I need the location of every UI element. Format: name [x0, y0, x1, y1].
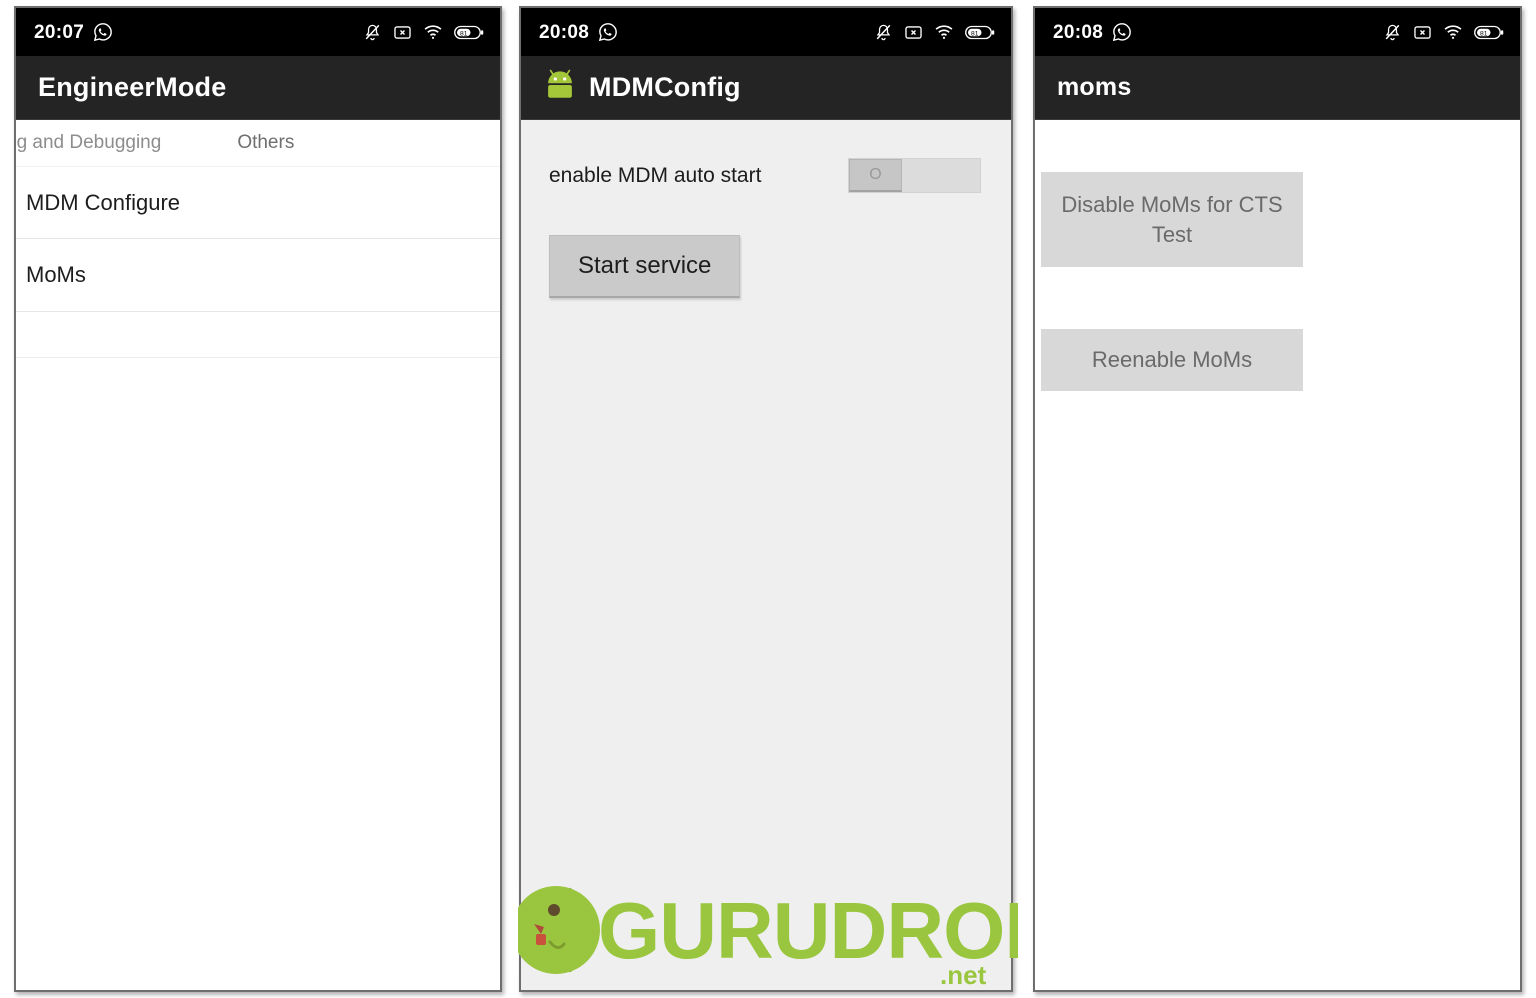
- phone-panel-engineermode: 20:07 81 EngineerMode og and Debugging O…: [14, 6, 502, 992]
- list-item-mdm-configure[interactable]: MDM Configure: [16, 166, 500, 239]
- toggle-state-label: O: [869, 166, 882, 183]
- app-bar-moms: moms: [1035, 56, 1520, 120]
- toggle-thumb: O: [849, 159, 902, 192]
- status-bar-left: 20:08: [1053, 22, 1132, 42]
- status-bar-clock: 20:08: [539, 21, 590, 43]
- list-item-moms[interactable]: MoMs: [16, 239, 500, 312]
- status-bar-right: 81: [1383, 22, 1504, 42]
- wifi-icon: [423, 22, 443, 42]
- status-bar-clock: 20:08: [1053, 21, 1104, 43]
- tab-log-and-debugging[interactable]: og and Debugging: [16, 132, 161, 154]
- status-bar-right: 81: [874, 22, 995, 42]
- notifications-muted-icon: [363, 23, 382, 42]
- phone-panel-moms: 20:08 81 moms Disable MoMs for CTS Test …: [1033, 6, 1522, 992]
- enable-mdm-auto-start-toggle[interactable]: O: [848, 158, 981, 193]
- tab-others[interactable]: Others: [237, 132, 294, 154]
- list-item-label: MDM Configure: [26, 189, 181, 215]
- status-bar-right: 81: [363, 22, 484, 42]
- phone-panel-mdmconfig: 20:08 81 MDMConfig enable MDM auto start…: [519, 6, 1013, 992]
- app-bar-mdmconfig: MDMConfig: [521, 56, 1011, 120]
- list-item-label: MoMs: [26, 262, 86, 287]
- start-service-button[interactable]: Start service: [549, 235, 741, 298]
- status-bar-clock: 20:07: [34, 21, 85, 43]
- setting-label: enable MDM auto start: [549, 163, 762, 187]
- engineermode-content: og and Debugging Others MDM Configure Mo…: [16, 120, 500, 990]
- settings-list: MDM Configure MoMs: [16, 166, 500, 358]
- status-bar-left: 20:07: [34, 22, 113, 42]
- list-item-empty: [16, 312, 500, 358]
- notifications-muted-icon: [1383, 23, 1402, 42]
- moms-content: Disable MoMs for CTS Test Reenable MoMs: [1035, 120, 1520, 990]
- battery-icon: 81: [965, 24, 995, 41]
- battery-level-text: 81: [1480, 30, 1488, 37]
- button-spacer: [1035, 267, 1520, 329]
- battery-icon: 81: [1474, 24, 1504, 41]
- reenable-moms-button[interactable]: Reenable MoMs: [1041, 329, 1303, 392]
- status-bar-left: 20:08: [539, 22, 618, 42]
- whatsapp-icon: [93, 22, 113, 42]
- app-title: EngineerMode: [38, 72, 227, 102]
- wifi-icon: [1443, 22, 1463, 42]
- app-title: MDMConfig: [589, 72, 741, 102]
- screenshot-icon: [393, 23, 412, 42]
- status-bar: 20:07 81: [16, 8, 500, 56]
- screenshot-icon: [904, 23, 923, 42]
- battery-level-text: 81: [971, 30, 979, 37]
- wifi-icon: [934, 22, 954, 42]
- notifications-muted-icon: [874, 23, 893, 42]
- android-robot-icon: [543, 68, 577, 107]
- app-bar-engineermode: EngineerMode: [16, 56, 500, 120]
- disable-moms-for-cts-test-button[interactable]: Disable MoMs for CTS Test: [1041, 172, 1303, 268]
- screenshot-icon: [1413, 23, 1432, 42]
- mdmconfig-content: enable MDM auto start O Start service: [521, 120, 1011, 990]
- whatsapp-icon: [598, 22, 618, 42]
- battery-icon: 81: [454, 24, 484, 41]
- battery-level-text: 81: [460, 30, 468, 37]
- status-bar: 20:08 81: [1035, 8, 1520, 56]
- whatsapp-icon: [1112, 22, 1132, 42]
- tab-bar: og and Debugging Others: [16, 120, 500, 166]
- setting-row-enable-mdm-auto-start: enable MDM auto start O: [521, 120, 1011, 193]
- status-bar: 20:08 81: [521, 8, 1011, 56]
- app-title: moms: [1057, 73, 1132, 101]
